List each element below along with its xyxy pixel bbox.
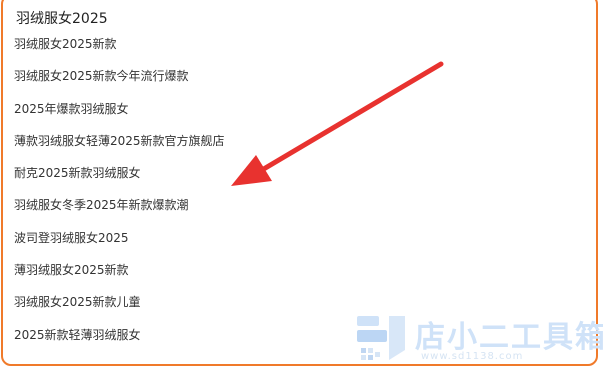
suggestion-list: 羽绒服女2025新款 羽绒服女2025新款今年流行爆款 2025年爆款羽绒服女 … (3, 28, 596, 351)
suggestion-item[interactable]: 羽绒服女2025新款 (3, 28, 596, 60)
suggestion-item[interactable]: 羽绒服女2025新款今年流行爆款 (3, 60, 596, 92)
watermark-logo-icon (357, 316, 405, 360)
suggestion-item[interactable]: 波司登羽绒服女2025 (3, 222, 596, 254)
watermark-url: www.sd1138.com (421, 351, 524, 362)
search-input-value[interactable]: 羽绒服女2025 (16, 8, 108, 28)
suggestion-item[interactable]: 羽绒服女冬季2025年新款爆款潮 (3, 189, 596, 221)
watermark: 店小二工具箱 www.sd1138.com (355, 306, 603, 375)
suggestion-item[interactable]: 薄羽绒服女2025新款 (3, 254, 596, 286)
watermark-title: 店小二工具箱 (415, 320, 603, 355)
suggestion-item[interactable]: 耐克2025新款羽绒服女 (3, 157, 596, 189)
suggestion-item[interactable]: 薄款羽绒服女轻薄2025新款官方旗舰店 (3, 125, 596, 157)
suggestion-item[interactable]: 2025年爆款羽绒服女 (3, 93, 596, 125)
